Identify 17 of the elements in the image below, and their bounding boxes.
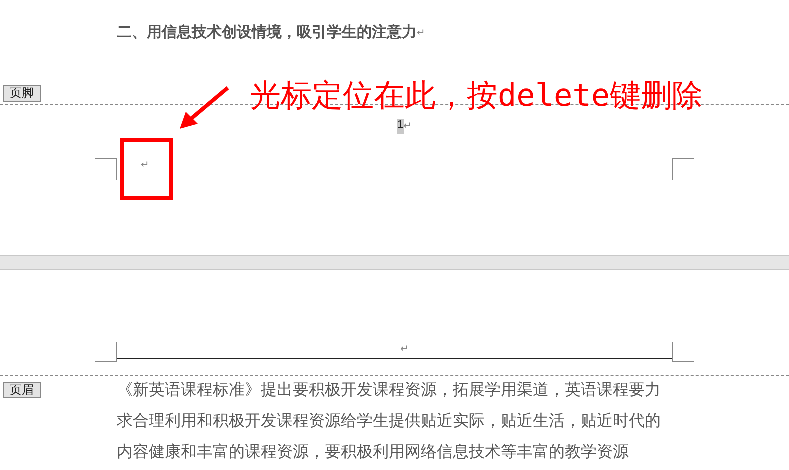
highlight-frame (120, 138, 173, 200)
footer-tag: 页脚 (3, 84, 41, 102)
header-tag: 页眉 (3, 382, 41, 398)
paragraph-mark: ↵ (417, 26, 425, 41)
paragraph-mark: ↵ (404, 120, 412, 134)
crop-mark (95, 342, 117, 362)
body-text-line: 《新英语课程标准》提出要积极开发课程资源，拓展学用渠道，英语课程要力 (117, 380, 661, 401)
crop-mark (95, 158, 117, 180)
crop-mark (672, 158, 694, 180)
body-text-line: 求合理利用和积极开发课程资源给学生提供贴近实际，贴近生活，贴近时代的 (117, 412, 661, 432)
paragraph-mark: ↵ (141, 159, 149, 173)
heading: 二、用信息技术创设情境，吸引学生的注意力 (117, 23, 417, 43)
body-text-line: 内容健康和丰富的课程资源，要积极利用网络信息技术等丰富的教学资源 (117, 442, 630, 463)
page-number: 1 (397, 118, 404, 134)
crop-mark (672, 342, 694, 362)
paragraph-mark: ↵ (400, 343, 408, 357)
annotation-text: 光标定位在此，按delete键删除 (250, 77, 703, 116)
